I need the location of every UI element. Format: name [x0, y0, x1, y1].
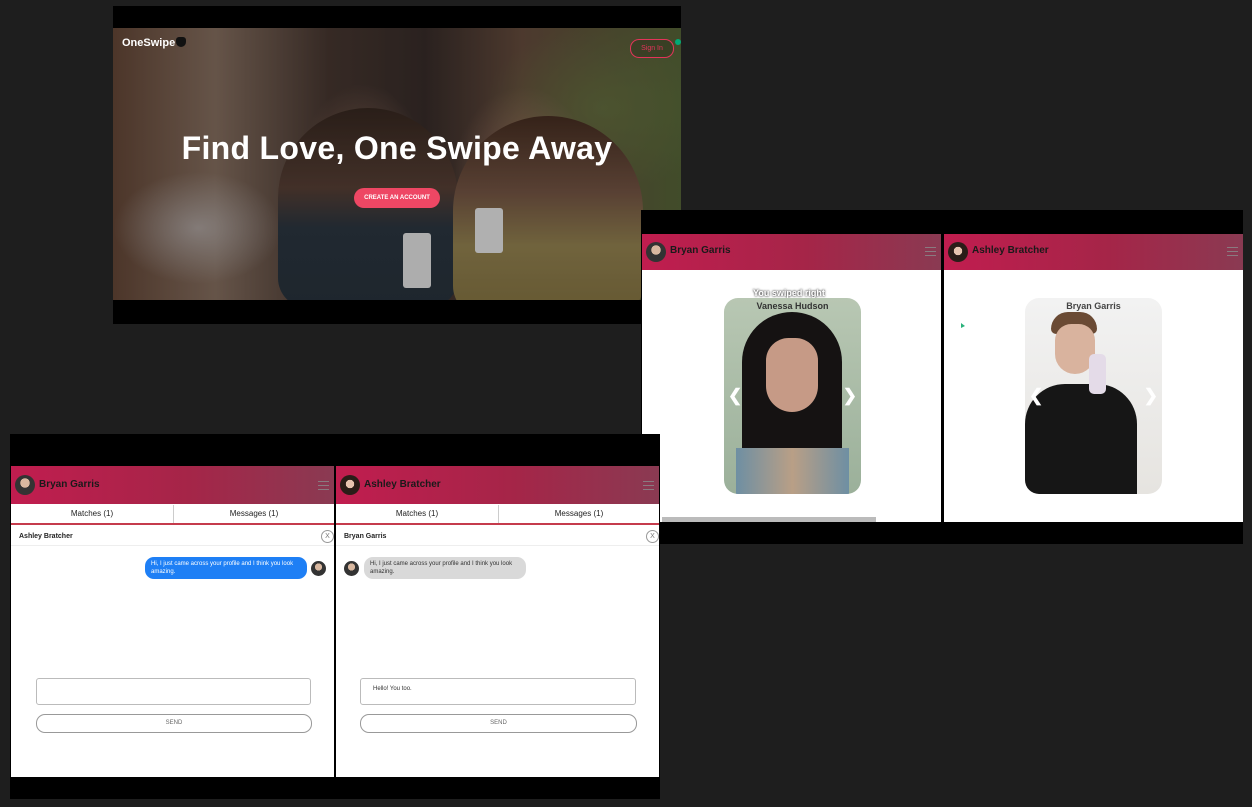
- chevron-right-icon[interactable]: ❯: [843, 386, 857, 406]
- profile-photo-outfit: [736, 448, 849, 494]
- tab-messages[interactable]: Messages (1): [499, 505, 659, 523]
- logo-text-swipe: Swipe: [143, 37, 176, 49]
- menu-icon[interactable]: [1227, 247, 1238, 256]
- menu-icon[interactable]: [925, 247, 936, 256]
- create-account-button[interactable]: CREATE AN ACCOUNT: [354, 188, 440, 208]
- avatar[interactable]: [948, 242, 968, 262]
- profile-card-name: Vanessa Hudson: [756, 301, 829, 311]
- profile-card[interactable]: Bryan Garris ❮ ❯: [1025, 298, 1162, 494]
- conversation-title: Bryan Garris: [344, 533, 387, 540]
- chevron-left-icon[interactable]: ❮: [728, 386, 742, 406]
- sign-in-button[interactable]: Sign In: [630, 39, 674, 58]
- divider: [11, 545, 334, 546]
- message-input[interactable]: Hello! You too.: [360, 678, 636, 705]
- profile-photo-face: [766, 338, 818, 412]
- tab-bar: Matches (1) Messages (1): [336, 505, 659, 525]
- chevron-right-icon[interactable]: ❯: [1144, 386, 1158, 406]
- close-icon[interactable]: X: [646, 530, 659, 543]
- message-avatar: [311, 561, 326, 576]
- swipe-window: Bryan Garris You swiped right Vanessa Hu…: [641, 210, 1243, 544]
- swipe-notice: You swiped right: [753, 288, 825, 298]
- avatar[interactable]: [15, 475, 35, 495]
- tab-matches[interactable]: Matches (1): [336, 505, 499, 523]
- app-header: Bryan Garris: [642, 234, 941, 270]
- app-header: Ashley Bratcher: [336, 466, 659, 504]
- header-username: Bryan Garris: [39, 479, 100, 490]
- hand-icon: [176, 37, 187, 47]
- divider: [336, 545, 659, 546]
- avatar[interactable]: [340, 475, 360, 495]
- chat-screen-ashley: Ashley Bratcher Matches (1) Messages (1)…: [336, 466, 659, 777]
- message-bubble: Hi, I just came across your profile and …: [145, 557, 307, 579]
- profile-card-name: Bryan Garris: [1066, 301, 1121, 311]
- send-button[interactable]: SEND: [360, 714, 637, 733]
- message-input[interactable]: [36, 678, 311, 705]
- landing-window: OneSwipe Sign In Find Love, One Swipe Aw…: [113, 6, 681, 324]
- menu-icon[interactable]: [643, 481, 654, 490]
- swipe-screen-ashley: Ashley Bratcher Bryan Garris ❮ ❯: [944, 234, 1243, 522]
- message-avatar: [344, 561, 359, 576]
- message-bubble: Hi, I just came across your profile and …: [364, 557, 526, 579]
- app-logo[interactable]: OneSwipe: [122, 37, 187, 49]
- cursor-icon: [961, 323, 965, 328]
- chat-screen-bryan: Bryan Garris Matches (1) Messages (1) As…: [11, 466, 334, 777]
- logo-text-one: One: [122, 37, 144, 49]
- profile-photo-phone: [1089, 354, 1106, 394]
- header-username: Ashley Bratcher: [972, 245, 1049, 256]
- app-header: Ashley Bratcher: [944, 234, 1243, 270]
- profile-card[interactable]: Vanessa Hudson ❮ ❯: [724, 298, 861, 494]
- conversation-title: Ashley Bratcher: [19, 533, 73, 540]
- close-icon[interactable]: X: [321, 530, 334, 543]
- chevron-left-icon[interactable]: ❮: [1029, 386, 1043, 406]
- avatar[interactable]: [646, 242, 666, 262]
- menu-icon[interactable]: [318, 481, 329, 490]
- horizontal-scrollbar[interactable]: [662, 517, 876, 522]
- tab-messages[interactable]: Messages (1): [174, 505, 334, 523]
- tab-matches[interactable]: Matches (1): [11, 505, 174, 523]
- hero-title: Find Love, One Swipe Away: [181, 130, 613, 166]
- status-dot: [675, 39, 681, 45]
- send-button[interactable]: SEND: [36, 714, 312, 733]
- header-username: Bryan Garris: [670, 245, 731, 256]
- app-header: Bryan Garris: [11, 466, 334, 504]
- tab-bar: Matches (1) Messages (1): [11, 505, 334, 525]
- swipe-screen-bryan: Bryan Garris You swiped right Vanessa Hu…: [642, 234, 941, 522]
- chat-window: Bryan Garris Matches (1) Messages (1) As…: [10, 434, 660, 799]
- header-username: Ashley Bratcher: [364, 479, 441, 490]
